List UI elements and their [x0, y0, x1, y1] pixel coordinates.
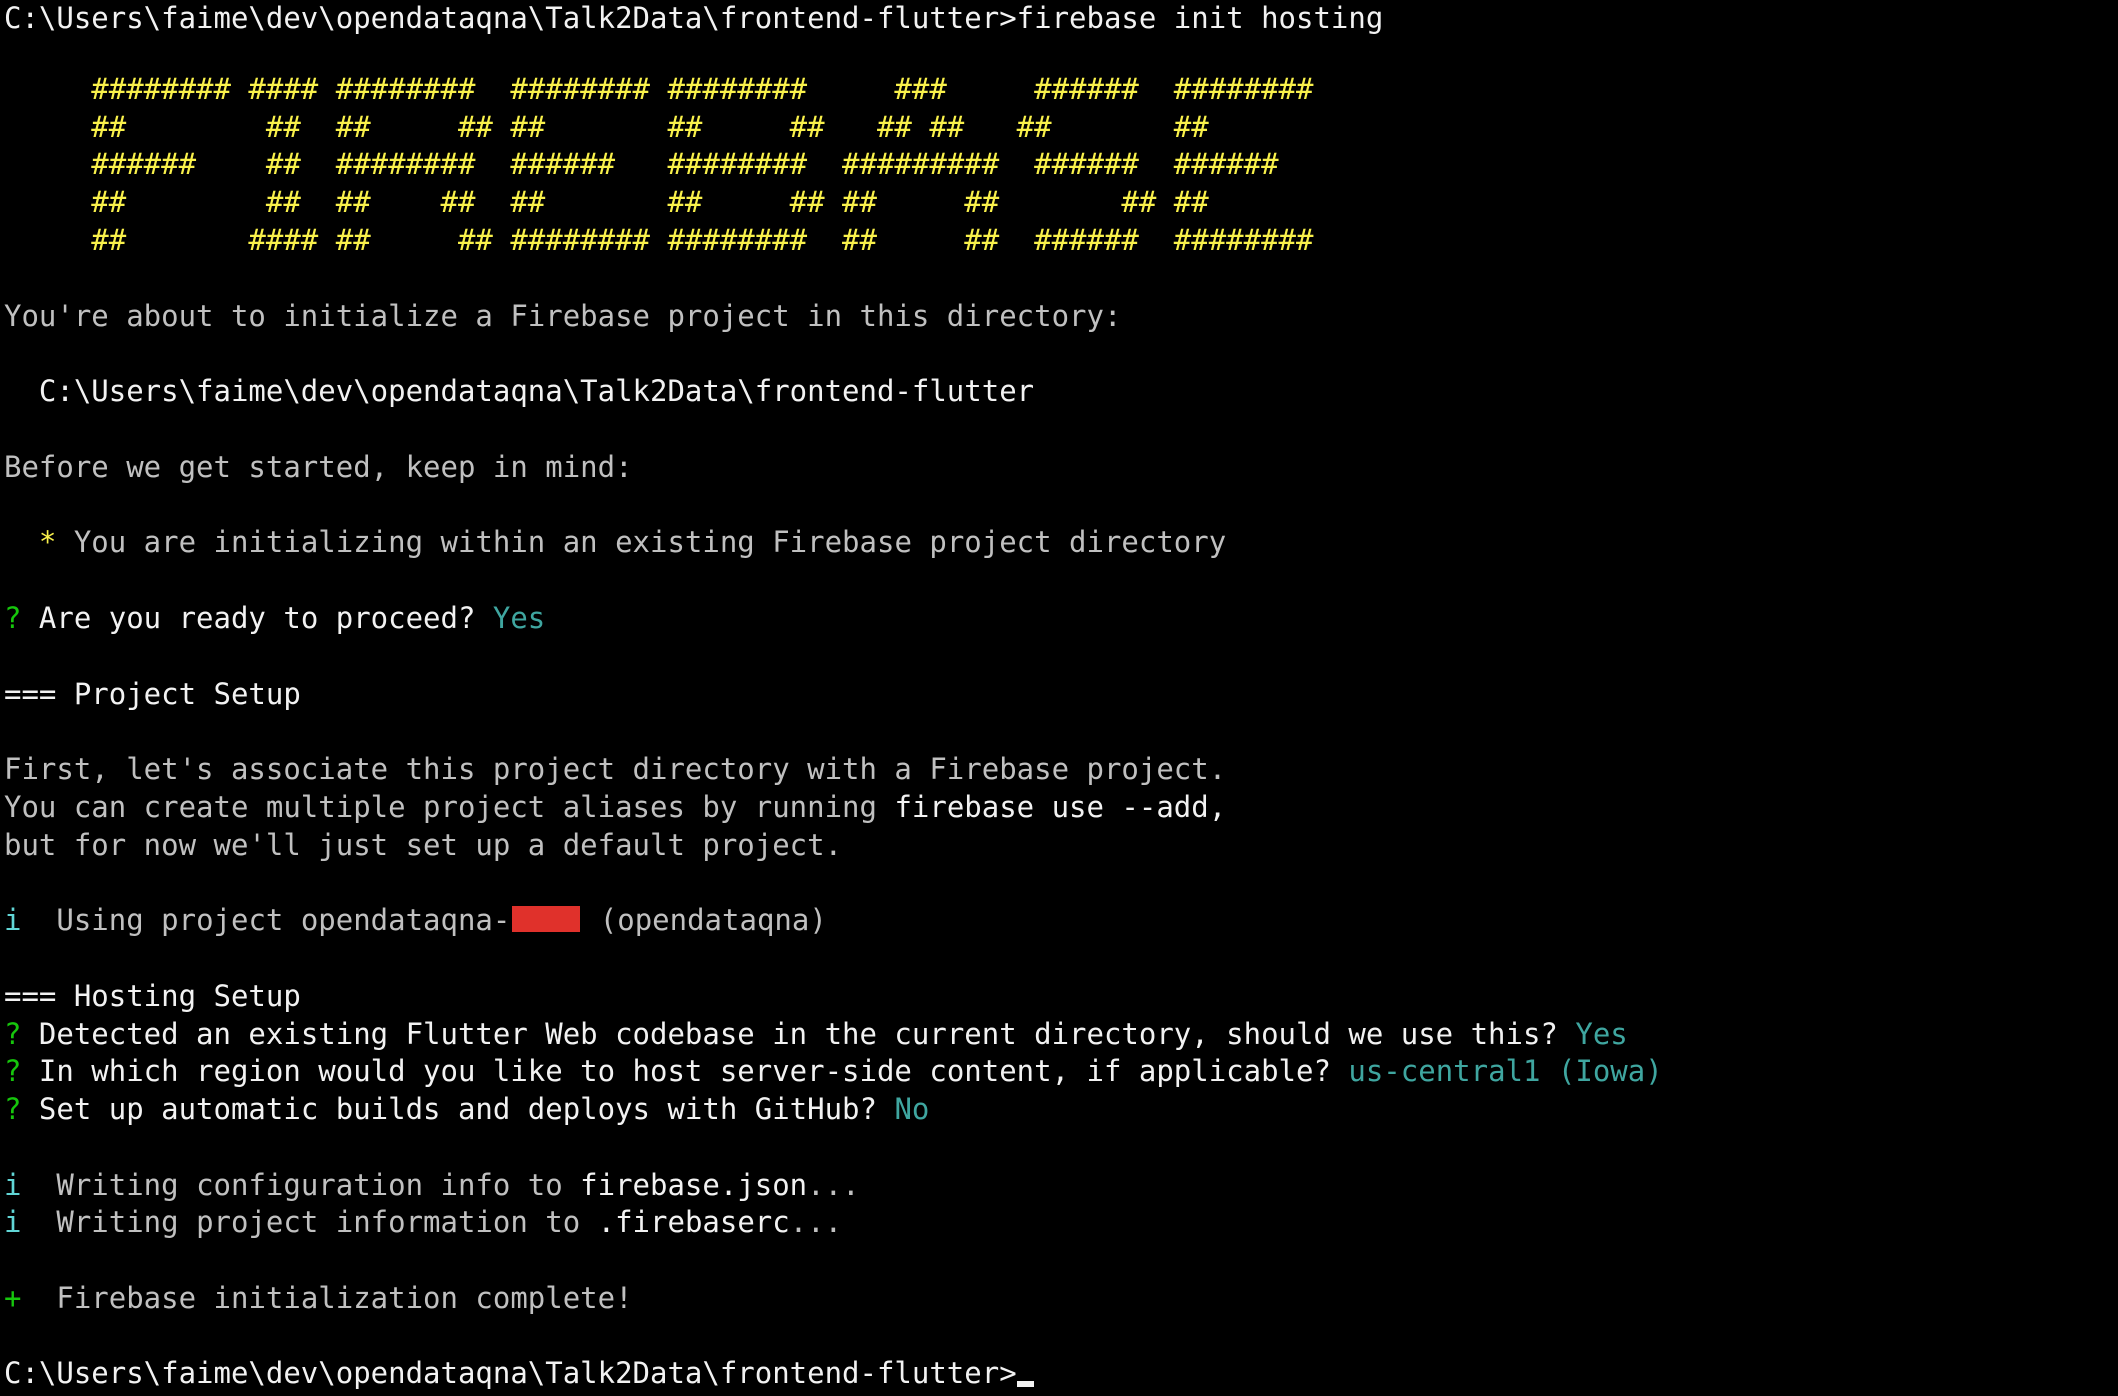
ready-question: Are you ready to proceed?: [38, 601, 493, 635]
hosting-question-2-text: In which region would you like to host s…: [38, 1054, 1349, 1088]
hosting-question-2: ? In which region would you like to host…: [4, 1053, 1663, 1091]
final-prompt-line[interactable]: C:\Users\faime\dev\opendataqna\Talk2Data…: [4, 1355, 1034, 1393]
project-setup-heading: === Project Setup: [4, 677, 301, 711]
writing-config-prefix: Writing configuration info to: [21, 1168, 581, 1202]
hosting-question-1-text: Detected an existing Flutter Web codebas…: [38, 1017, 1576, 1051]
terminal-window[interactable]: C:\Users\faime\dev\opendataqna\Talk2Data…: [0, 0, 2118, 1396]
banner-line-5: ## #### ## ## ######## ######## ## ## ##…: [4, 223, 1314, 257]
using-project-suffix: (opendataqna): [582, 903, 827, 937]
initialization-complete-text: Firebase initialization complete!: [21, 1281, 633, 1315]
question-marker: ?: [4, 1092, 39, 1126]
project-setup-line-3: but for now we'll just set up a default …: [4, 828, 843, 862]
project-setup-line-2-suffix: ,: [1208, 790, 1227, 824]
ready-answer: Yes: [492, 601, 546, 635]
ready-question-line: ? Are you ready to proceed? Yes: [4, 600, 545, 638]
writing-config-line: i Writing configuration info to firebase…: [4, 1167, 860, 1205]
writing-project-line: i Writing project information to .fireba…: [4, 1204, 842, 1242]
project-setup-line-2-prefix: You can create multiple project aliases …: [4, 790, 895, 824]
question-marker: ?: [4, 601, 39, 635]
redacted-project-id: [512, 906, 581, 932]
using-project-line: i Using project opendataqna- (opendataqn…: [4, 902, 827, 940]
project-setup-line-2: You can create multiple project aliases …: [4, 789, 1226, 827]
hosting-question-1: ? Detected an existing Flutter Web codeb…: [4, 1016, 1628, 1054]
hosting-question-1-answer: Yes: [1575, 1017, 1628, 1051]
project-setup-line-1: First, let's associate this project dire…: [4, 752, 1227, 786]
info-marker: i: [4, 903, 22, 937]
prompt-command: firebase init hosting: [1016, 1, 1384, 35]
success-marker: +: [4, 1281, 22, 1315]
banner-line-3: ###### ## ######## ###### ######## #####…: [4, 147, 1279, 181]
command-line: C:\Users\faime\dev\opendataqna\Talk2Data…: [4, 0, 1383, 38]
intro-bullet: * You are initializing within an existin…: [4, 524, 1226, 562]
info-marker: i: [4, 1205, 22, 1239]
initialization-complete-line: + Firebase initialization complete!: [4, 1280, 633, 1318]
writing-project-suffix: ...: [789, 1205, 843, 1239]
hosting-setup-heading: === Hosting Setup: [4, 979, 301, 1013]
prompt-path: C:\Users\faime\dev\opendataqna\Talk2Data…: [4, 1, 1017, 35]
firebaserc-filename: .firebaserc: [597, 1205, 790, 1239]
banner-line-2: ## ## ## ## ## ## ## ## ## ## ##: [4, 110, 1209, 144]
hosting-question-3-answer: No: [894, 1092, 930, 1126]
final-prompt-path: C:\Users\faime\dev\opendataqna\Talk2Data…: [4, 1356, 1017, 1390]
bullet-marker: *: [4, 525, 74, 559]
question-marker: ?: [4, 1017, 39, 1051]
using-project-prefix: Using project opendataqna-: [21, 903, 511, 937]
question-marker: ?: [4, 1054, 39, 1088]
hosting-question-3: ? Set up automatic builds and deploys wi…: [4, 1091, 929, 1129]
info-marker: i: [4, 1168, 22, 1202]
intro-keep-in-mind: Before we get started, keep in mind:: [4, 450, 633, 484]
firebase-use-add-command: firebase use --add: [894, 790, 1209, 824]
text-cursor[interactable]: [1016, 1381, 1034, 1387]
bullet-text: You are initializing within an existing …: [73, 525, 1227, 559]
hosting-question-3-text: Set up automatic builds and deploys with…: [38, 1092, 895, 1126]
writing-project-prefix: Writing project information to: [21, 1205, 598, 1239]
intro-directory: C:\Users\faime\dev\opendataqna\Talk2Data…: [4, 374, 1035, 408]
intro-about: You're about to initialize a Firebase pr…: [4, 299, 1122, 333]
banner-line-4: ## ## ## ## ## ## ## ## ## ## ##: [4, 185, 1209, 219]
banner-line-1: ######## #### ######## ######## ########…: [4, 72, 1314, 106]
firebase-json-filename: firebase.json: [580, 1168, 808, 1202]
hosting-question-2-answer: us-central1 (Iowa): [1348, 1054, 1663, 1088]
writing-config-suffix: ...: [807, 1168, 860, 1202]
